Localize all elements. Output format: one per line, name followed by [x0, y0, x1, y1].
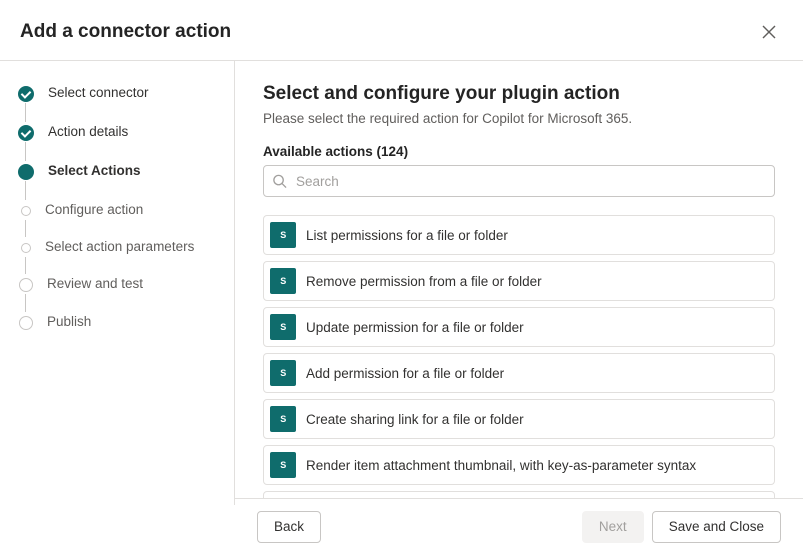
step-label: Select connector	[48, 85, 149, 100]
sharepoint-icon: S	[270, 452, 296, 478]
sharepoint-icon: S	[270, 314, 296, 340]
step-indicator	[18, 86, 34, 102]
action-label: Update permission for a file or folder	[306, 320, 524, 335]
dialog-title: Add a connector action	[20, 21, 231, 43]
step-label: Review and test	[47, 276, 143, 291]
available-actions-label: Available actions (124)	[263, 144, 775, 159]
step-indicator	[18, 125, 34, 141]
action-item[interactable]: S Create sharing link for a file or folde…	[263, 399, 775, 439]
search-icon	[272, 174, 287, 189]
action-label: Create sharing link for a file or folder	[306, 412, 524, 427]
action-label: Add permission for a file or folder	[306, 366, 504, 381]
sharepoint-icon: S	[270, 268, 296, 294]
step-indicator	[21, 206, 31, 216]
action-item[interactable]: S List permissions for a file or folder	[263, 215, 775, 255]
wizard-step[interactable]: Review and test	[18, 276, 226, 314]
search-input[interactable]	[263, 165, 775, 197]
wizard-step[interactable]: Action details	[18, 124, 226, 163]
step-label: Publish	[47, 314, 91, 329]
step-connector	[25, 220, 26, 237]
panel-subtitle: Please select the required action for Co…	[263, 111, 775, 126]
step-indicator	[19, 316, 33, 330]
main-panel: Select and configure your plugin action …	[235, 61, 803, 505]
action-label: Remove permission from a file or folder	[306, 274, 542, 289]
sharepoint-icon: S	[270, 222, 296, 248]
sharepoint-icon: S	[270, 406, 296, 432]
save-and-close-button[interactable]: Save and Close	[652, 511, 781, 543]
close-button[interactable]	[755, 18, 783, 46]
step-indicator	[19, 278, 33, 292]
step-connector	[25, 181, 26, 200]
step-connector	[25, 103, 26, 122]
action-item[interactable]: S Update permission for a file or folder	[263, 307, 775, 347]
step-label: Configure action	[45, 202, 143, 217]
step-indicator	[21, 243, 31, 253]
dialog-footer: Back Next Save and Close	[235, 498, 803, 554]
action-label: List permissions for a file or folder	[306, 228, 508, 243]
wizard-steps-sidebar: Select connector Action details Select Act…	[0, 61, 235, 505]
step-indicator	[18, 164, 34, 180]
step-label: Action details	[48, 124, 128, 139]
close-icon	[762, 25, 776, 39]
step-connector	[25, 294, 26, 312]
actions-list: SList permissions for a file or folderSR…	[263, 215, 775, 505]
wizard-step[interactable]: Configure action	[18, 202, 226, 239]
action-item[interactable]: S Add permission for a file or folder	[263, 353, 775, 393]
wizard-step[interactable]: Select action parameters	[18, 239, 226, 276]
step-label: Select action parameters	[45, 239, 194, 254]
panel-title: Select and configure your plugin action	[263, 83, 775, 105]
action-item[interactable]: S Remove permission from a file or folder	[263, 261, 775, 301]
back-button[interactable]: Back	[257, 511, 321, 543]
step-connector	[25, 142, 26, 161]
next-button: Next	[582, 511, 644, 543]
wizard-step[interactable]: Publish	[18, 314, 226, 330]
wizard-step[interactable]: Select Actions	[18, 163, 226, 202]
action-label: Render item attachment thumbnail, with k…	[306, 458, 696, 473]
action-item[interactable]: S Render item attachment thumbnail, with …	[263, 445, 775, 485]
step-connector	[25, 257, 26, 274]
step-label: Select Actions	[48, 163, 141, 178]
wizard-step[interactable]: Select connector	[18, 85, 226, 124]
sharepoint-icon: S	[270, 360, 296, 386]
